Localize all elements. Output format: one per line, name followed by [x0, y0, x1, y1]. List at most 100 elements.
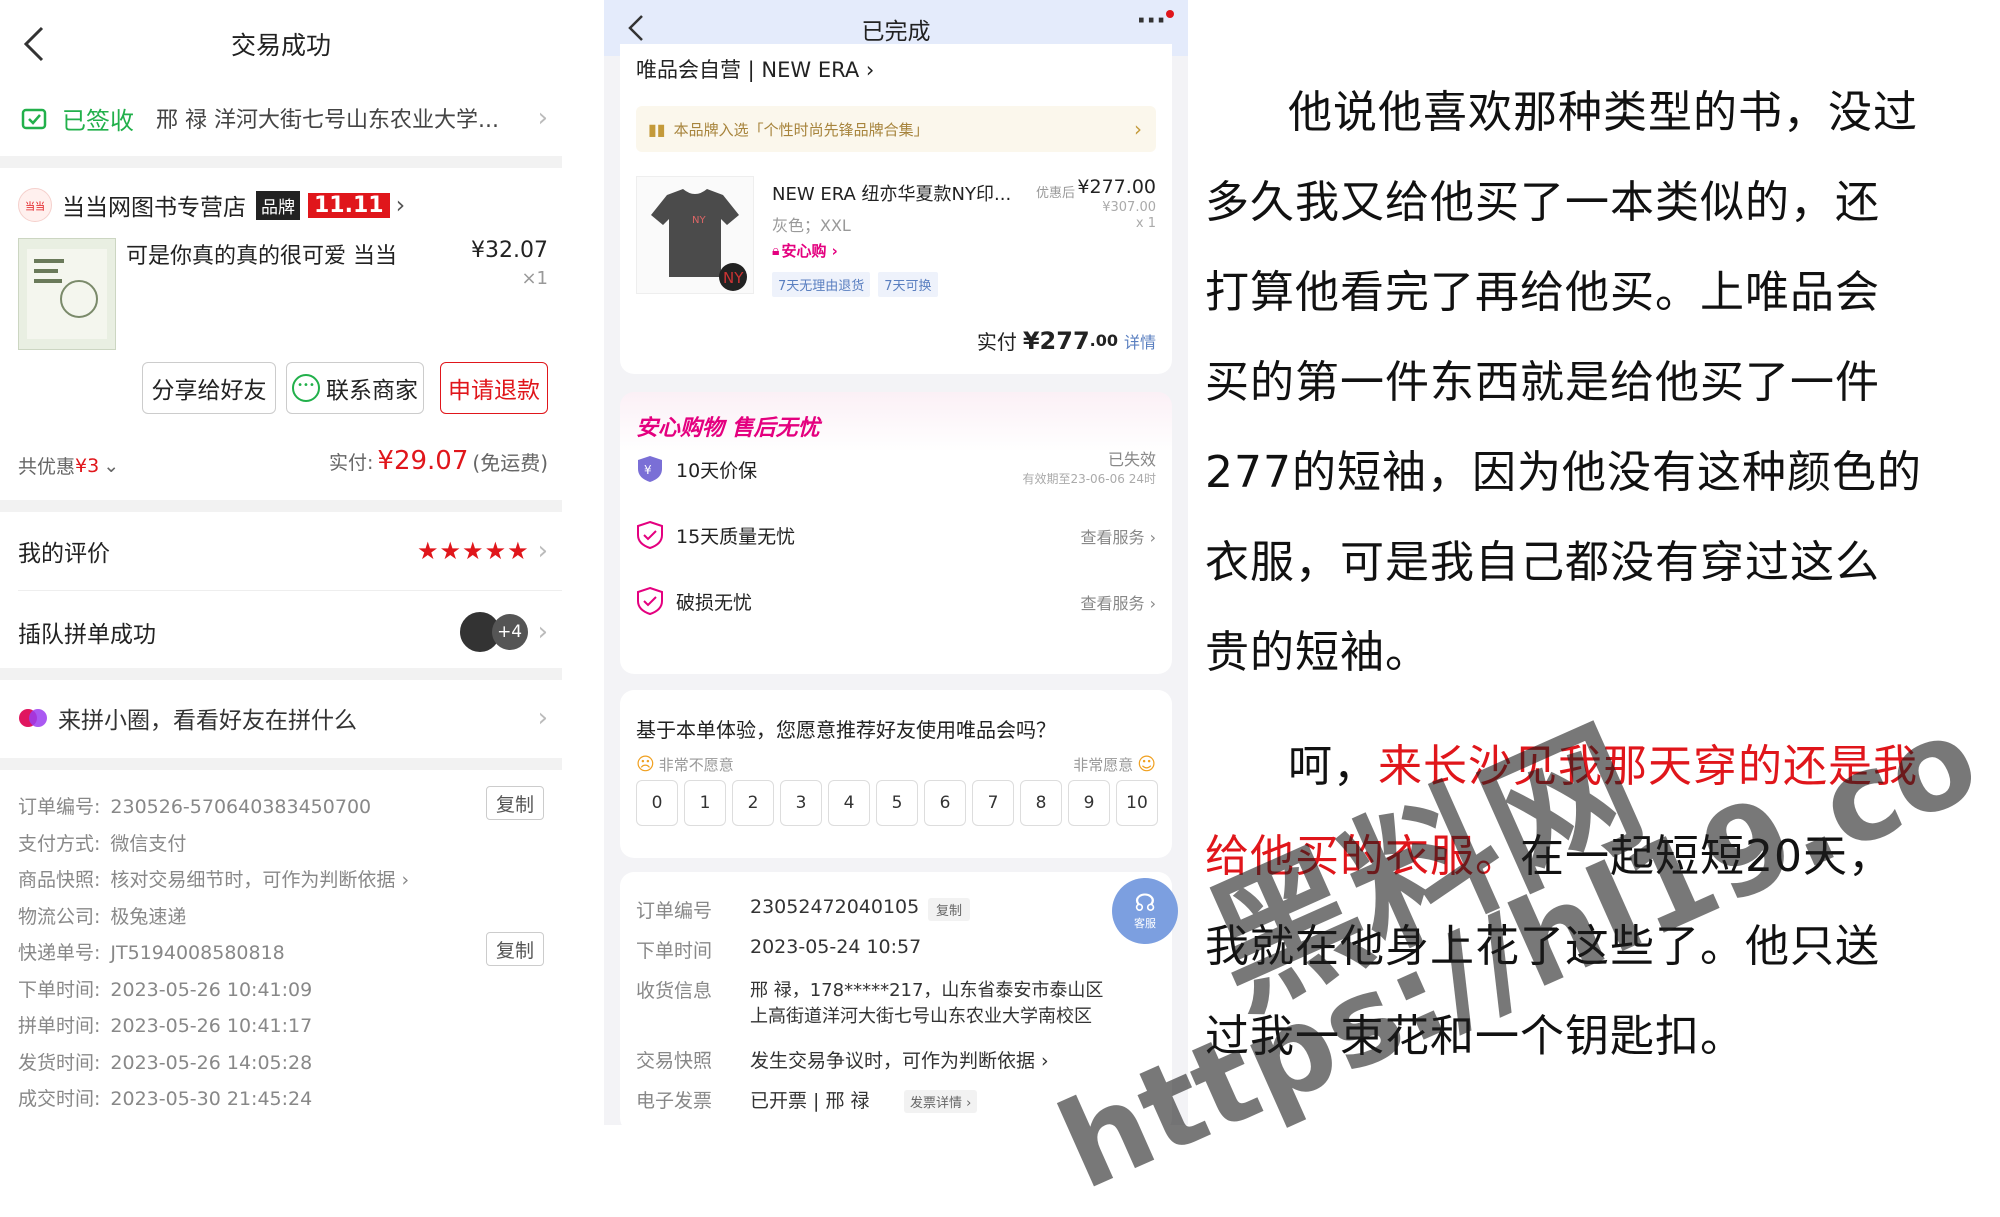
order-info-row: 支付方式: 微信支付 [18, 832, 187, 855]
page-title: 交易成功 [230, 31, 331, 60]
service-name: 10天价保 [676, 460, 758, 482]
score-option[interactable]: 3 [780, 780, 822, 826]
story-line: 277的短袖，因为他没有这种颜色的 [1205, 447, 1922, 498]
product-price: ¥32.07 [471, 238, 548, 263]
story-line: 我就在他身上花了这些了。他只送 [1205, 921, 1880, 972]
story-line: 买的第一件东西就是给他买了一件 [1205, 357, 1880, 408]
detail-link[interactable]: 详情 [1124, 329, 1156, 353]
brand-badge: 品牌 [256, 190, 300, 220]
delivery-address: 邢 禄 洋河大街七号山东农业大学... [156, 108, 499, 133]
pinduoduo-order-panel: 交易成功 已签收 邢 禄 洋河大街七号山东农业大学... › 当当 当当网图书专… [0, 0, 562, 1125]
paid-summary: 实付 ¥277 .00 详情 [976, 326, 1156, 355]
product-qty: ×1 [521, 268, 548, 289]
score-option[interactable]: 10 [1116, 780, 1158, 826]
service-status[interactable]: 查看服务 › [1081, 590, 1157, 614]
score-option[interactable]: 0 [636, 780, 678, 826]
lock-icon: 🔒︎ [772, 242, 780, 259]
order-info-row: 拼单时间: 2023-05-26 10:41:17 [18, 1015, 313, 1037]
invoice-detail-link[interactable]: 发票详情 › [904, 1090, 978, 1113]
story-line: 给他买的衣服。在一起短短20天， [1205, 831, 1893, 882]
order-info-row: 物流公司: 极兔速递 [18, 905, 187, 928]
order-info-row: 发货时间: 2023-05-26 14:05:28 [18, 1051, 313, 1074]
store-row[interactable]: 当当 当当网图书专营店 品牌 11.11 › [18, 188, 405, 222]
order-number: 23052472040105 [750, 896, 920, 918]
chevron-right-icon: › [537, 617, 548, 647]
shield-icon [636, 520, 664, 550]
headset-icon: ☊ [1134, 889, 1156, 917]
svg-text:NY: NY [692, 215, 706, 226]
story-text-panel: 他说他喜欢那种类型的书，没过 多久我又给他买了一本类似的，还 打算他看完了再给他… [1188, 0, 2000, 1125]
original-price: ¥307.00 [1102, 200, 1156, 215]
product-card: 唯品会自营 | NEW ERA › ▮▮ 本品牌入选「个性时尚先锋品牌合集」 ›… [620, 44, 1172, 374]
copy-button[interactable]: 复制 [928, 898, 971, 921]
product-title[interactable]: 可是你真的真的很可爱 当当 [126, 238, 397, 270]
score-option[interactable]: 9 [1068, 780, 1110, 826]
score-option[interactable]: 5 [876, 780, 918, 826]
order-info-row: 成交时间: 2023-05-30 21:45:24 [18, 1088, 313, 1110]
share-button[interactable]: 分享给好友 [142, 362, 276, 414]
store-logo: 当当 [18, 188, 52, 222]
more-icon[interactable]: ··· [1136, 6, 1166, 36]
discount-tag: 优惠后 [1036, 186, 1076, 201]
tshirt-thumbnail[interactable]: NY NY [636, 176, 754, 294]
discount-summary[interactable]: 共优惠 ¥3 ⌄ [18, 452, 119, 479]
book-icon: ▮▮ [648, 119, 666, 139]
chevron-right-icon: › [537, 536, 548, 566]
service-status: 已失效 [1107, 450, 1156, 469]
service-status[interactable]: 查看服务 › [1081, 524, 1157, 548]
shield-icon: ¥ [636, 454, 664, 484]
survey-low-label: ☹ 非常不愿意 [636, 754, 734, 775]
order-info-row: 下单时间: 2023-05-26 10:41:09 [18, 978, 313, 1001]
friend-circle-row[interactable]: 来拼小圈，看看好友在拼什么 › [18, 700, 548, 736]
order-info-row: 商品快照: 核对交易细节时，可作为判断依据 › [18, 869, 410, 891]
rating-stars: ★★★★★ [417, 537, 530, 565]
service-tags: 7天无理由退货 7天可换 [772, 272, 946, 297]
survey-question: 基于本单体验，您愿意推荐好友使用唯品会吗？ [636, 718, 1056, 742]
snapshot-link[interactable]: 发生交易争议时，可作为判断依据 › [750, 1046, 1049, 1073]
product-price: ¥277.00 [1077, 176, 1156, 198]
chat-icon: ••• [292, 374, 320, 402]
group-buy-row[interactable]: 插队拼单成功 +4 › [18, 610, 548, 654]
assure-badge[interactable]: 🔒︎ 安心购 › [772, 240, 838, 261]
promo-badge: 11.11 [308, 192, 390, 218]
svg-text:NY: NY [723, 269, 744, 287]
copy-button[interactable]: 复制 [486, 932, 544, 966]
brand-collection-banner[interactable]: ▮▮ 本品牌入选「个性时尚先锋品牌合集」 › [636, 106, 1156, 152]
refund-button[interactable]: 申请退款 [440, 362, 548, 414]
order-info-row: 快递单号: JT5194008580818 [18, 942, 285, 964]
product-title[interactable]: NEW ERA 纽亦华夏款NY印... [772, 180, 1011, 206]
book-thumbnail[interactable] [18, 238, 116, 350]
score-option[interactable]: 7 [972, 780, 1014, 826]
score-option[interactable]: 2 [732, 780, 774, 826]
page-title: 已完成 [861, 19, 931, 45]
score-option[interactable]: 8 [1020, 780, 1062, 826]
package-signed-icon [18, 101, 52, 135]
notification-dot [1166, 10, 1174, 18]
delivery-row[interactable]: 已签收 邢 禄 洋河大街七号山东农业大学... › [18, 98, 548, 138]
story-line: 贵的短袖。 [1205, 627, 1430, 678]
address-line-1: 邢 禄，178*****217，山东省泰安市泰山区 [750, 980, 1104, 1001]
chevron-right-icon: › [395, 191, 406, 219]
service-name: 破损无忧 [676, 592, 753, 614]
tag: 7天无理由退货 [772, 272, 871, 297]
review-row[interactable]: 我的评价 ★★★★★ › [18, 534, 548, 568]
shield-icon [636, 586, 664, 616]
chevron-right-icon: › [1134, 117, 1142, 141]
sad-face-icon: ☹ [636, 754, 655, 775]
paid-summary: 实付: ¥29.07 (免运费) [329, 446, 548, 476]
story-line: 多久我又给他买了一本类似的，还 [1205, 177, 1880, 228]
copy-button[interactable]: 复制 [486, 786, 544, 820]
service-note: 有效期至23-06-06 24时 [1022, 472, 1156, 486]
score-option[interactable]: 4 [828, 780, 870, 826]
address-line-2: 上高街道洋河大街七号山东农业大学南校区 [750, 1006, 1092, 1027]
chevron-right-icon: › [537, 703, 548, 733]
contact-merchant-button[interactable]: ••• 联系商家 [286, 362, 424, 414]
invoice-status: 已开票 | 邢 禄 [750, 1090, 870, 1112]
order-time: 2023-05-24 10:57 [750, 936, 922, 958]
score-option[interactable]: 6 [924, 780, 966, 826]
product-qty: x 1 [1135, 216, 1156, 231]
customer-service-button[interactable]: ☊ 客服 [1112, 878, 1178, 944]
store-link[interactable]: 唯品会自营 | NEW ERA › [636, 54, 874, 84]
score-option[interactable]: 1 [684, 780, 726, 826]
product-spec: 灰色；XXL [772, 216, 851, 235]
